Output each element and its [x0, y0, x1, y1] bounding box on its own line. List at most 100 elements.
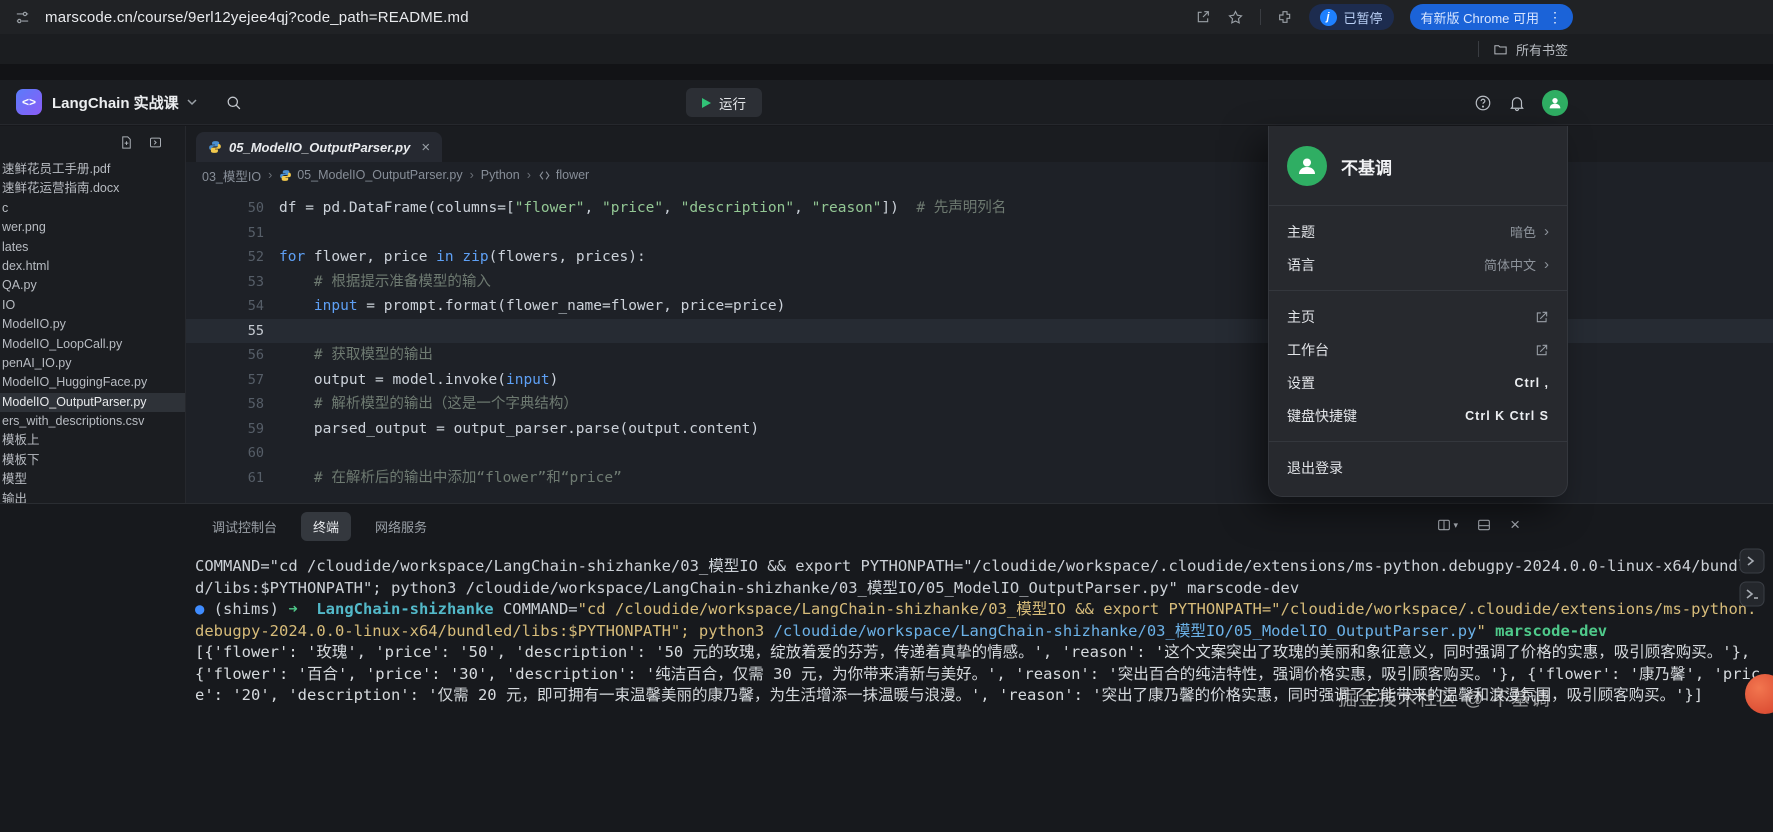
- run-label: 运行: [719, 93, 746, 113]
- chevron-right-icon: ›: [1544, 223, 1549, 240]
- menu-item-right: Ctrl K Ctrl S: [1465, 409, 1549, 423]
- open-external-icon[interactable]: [1195, 9, 1211, 25]
- menu-item-language[interactable]: 语言 简体中文›: [1269, 248, 1567, 281]
- bookmark-star-icon[interactable]: [1227, 9, 1244, 26]
- file-item[interactable]: ers_with_descriptions.csv: [0, 412, 185, 431]
- tune-icon[interactable]: [14, 9, 31, 26]
- menu-item-label: 语言: [1287, 255, 1315, 275]
- juejin-extension-pill[interactable]: j 已暂停: [1309, 4, 1394, 30]
- chrome-update-pill[interactable]: 有新版 Chrome 可用 ⋮: [1410, 4, 1573, 30]
- file-item[interactable]: wer.png: [0, 218, 185, 237]
- code-text: # 在解析后的输出中添加“flower”和“price”: [279, 466, 622, 491]
- menu-item-right: 简体中文›: [1484, 255, 1549, 274]
- breadcrumb-label: 03_模型IO: [202, 166, 261, 185]
- bookmarks-divider: [1478, 41, 1479, 57]
- run-terminal-icon[interactable]: [1739, 581, 1765, 607]
- file-explorer: 速鲜花员工手册.pdf速鲜花运营指南.docxcwer.pnglatesdex.…: [0, 126, 185, 503]
- code-text: output = model.invoke(input): [279, 368, 558, 393]
- file-item[interactable]: 模板下: [0, 451, 185, 470]
- menu-item-settings[interactable]: 设置 Ctrl ,: [1269, 366, 1567, 399]
- file-item[interactable]: penAI_IO.py: [0, 354, 185, 373]
- file-item[interactable]: ModelIO_OutputParser.py: [0, 393, 185, 412]
- chrome-menu-icon[interactable]: ⋮: [1548, 9, 1562, 26]
- python-icon: [208, 140, 222, 154]
- extension-icon[interactable]: [1277, 9, 1293, 25]
- breadcrumb-item[interactable]: 03_模型IO: [202, 166, 261, 185]
- collapse-explorer-icon[interactable]: [148, 135, 163, 150]
- menu-item-label: 设置: [1287, 373, 1315, 393]
- line-number: 56: [186, 343, 264, 368]
- chrome-update-label: 有新版 Chrome 可用: [1421, 8, 1539, 27]
- file-item[interactable]: 速鲜花员工手册.pdf: [0, 160, 185, 179]
- bell-icon[interactable]: [1508, 94, 1526, 112]
- breadcrumb-item[interactable]: 05_ModelIO_OutputParser.py: [279, 168, 462, 182]
- url-bar[interactable]: marscode.cn/course/9erl12yejee4qj?code_p…: [45, 9, 469, 26]
- file-item[interactable]: lates: [0, 238, 185, 257]
- terminal-header-icons: ▾ ×: [1436, 516, 1520, 533]
- menu-item-home[interactable]: 主页: [1269, 300, 1567, 333]
- close-panel-icon[interactable]: ×: [1510, 516, 1520, 533]
- breadcrumb-label: Python: [481, 168, 520, 182]
- terminal-tabs: 调试控制台终端网络服务: [200, 512, 439, 541]
- help-icon[interactable]: [1474, 94, 1492, 112]
- file-item[interactable]: QA.py: [0, 276, 185, 295]
- breadcrumb-item[interactable]: Python: [481, 168, 520, 182]
- menu-item-value: 暗色: [1510, 222, 1536, 241]
- file-item[interactable]: ModelIO_LoopCall.py: [0, 335, 185, 354]
- marscode-logo-icon[interactable]: <>: [16, 89, 42, 115]
- file-item[interactable]: 速鲜花运营指南.docx: [0, 179, 185, 198]
- all-bookmarks[interactable]: 所有书签: [1516, 40, 1568, 59]
- user-avatar-small[interactable]: [1542, 90, 1568, 116]
- symbol-icon: [538, 169, 551, 182]
- file-item[interactable]: IO: [0, 296, 185, 315]
- bookmarks-bar: 所有书签: [0, 34, 1773, 64]
- file-item[interactable]: 模板上: [0, 431, 185, 450]
- explorer-actions: [0, 126, 185, 158]
- breadcrumb-item[interactable]: flower: [538, 168, 589, 182]
- user-avatar: [1287, 146, 1327, 186]
- code-text: df = pd.DataFrame(columns=["flower", "pr…: [279, 196, 1006, 221]
- file-item[interactable]: c: [0, 199, 185, 218]
- menu-item-right: [1535, 343, 1549, 357]
- file-item[interactable]: 模型: [0, 470, 185, 489]
- menu-item-right: 暗色 ›: [1510, 222, 1549, 241]
- line-number: 53: [186, 270, 264, 295]
- run-button[interactable]: 运行: [686, 88, 762, 117]
- file-item[interactable]: ModelIO.py: [0, 315, 185, 334]
- menu-item-workspace[interactable]: 工作台: [1269, 333, 1567, 366]
- external-link-icon: [1535, 310, 1549, 324]
- terminal-tab[interactable]: 调试控制台: [200, 512, 289, 541]
- terminal-tab[interactable]: 终端: [301, 512, 351, 541]
- user-profile[interactable]: 不基调: [1269, 140, 1567, 196]
- split-terminal-icon[interactable]: ▾: [1436, 517, 1459, 533]
- breadcrumb-separator: ›: [527, 168, 531, 182]
- menu-item-right: Ctrl ,: [1515, 376, 1549, 390]
- chevron-down-icon[interactable]: [187, 97, 197, 107]
- ide-header: <> LangChain 实战课 运行: [0, 80, 1773, 125]
- line-number: 61: [186, 466, 264, 491]
- terminal-tab[interactable]: 网络服务: [363, 512, 439, 541]
- breadcrumb-label: flower: [556, 168, 589, 182]
- file-item[interactable]: dex.html: [0, 257, 185, 276]
- menu-item-logout[interactable]: 退出登录: [1269, 451, 1567, 484]
- menu-item-theme[interactable]: 主题暗色›: [1269, 215, 1567, 248]
- close-tab-icon[interactable]: ×: [421, 139, 430, 156]
- chevron-right-icon: ›: [1544, 256, 1549, 273]
- browser-toolbar: marscode.cn/course/9erl12yejee4qj?code_p…: [0, 0, 1773, 34]
- ide-header-right: [1474, 80, 1568, 125]
- editor-tab[interactable]: 05_ModelIO_OutputParser.py ×: [196, 132, 442, 162]
- menu-item-right: [1535, 310, 1549, 324]
- new-file-icon[interactable]: [119, 135, 134, 150]
- page-background: [0, 64, 1773, 80]
- line-number: 51: [186, 221, 264, 246]
- file-item[interactable]: ModelIO_HuggingFace.py: [0, 373, 185, 392]
- line-number: 54: [186, 294, 264, 319]
- terminal-block: ● (shims) ➜ LangChain-shizhanke COMMAND=…: [195, 599, 1763, 642]
- menu-divider: [1269, 441, 1567, 442]
- maximize-panel-icon[interactable]: [1476, 517, 1492, 533]
- breadcrumb-separator: ›: [470, 168, 474, 182]
- menu-item-shortcuts[interactable]: 键盘快捷键Ctrl K Ctrl S: [1269, 399, 1567, 432]
- search-icon[interactable]: [225, 94, 242, 111]
- open-terminal-editor-icon[interactable]: [1739, 548, 1765, 574]
- file-item[interactable]: 输出: [0, 490, 185, 503]
